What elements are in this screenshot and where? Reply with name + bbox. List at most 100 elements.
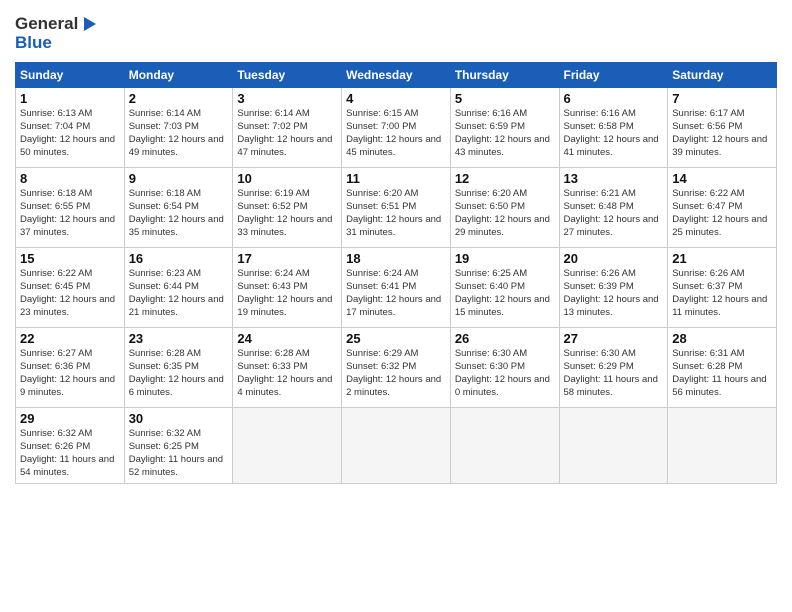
day-number: 16	[129, 251, 229, 266]
day-info: Sunrise: 6:28 AMSunset: 6:35 PMDaylight:…	[129, 348, 229, 399]
calendar-week-row: 29Sunrise: 6:32 AMSunset: 6:26 PMDayligh…	[16, 408, 777, 483]
day-number: 18	[346, 251, 446, 266]
day-info: Sunrise: 6:24 AMSunset: 6:43 PMDaylight:…	[237, 268, 337, 319]
weekday-header-friday: Friday	[559, 63, 668, 88]
day-number: 13	[564, 171, 664, 186]
day-info: Sunrise: 6:20 AMSunset: 6:50 PMDaylight:…	[455, 188, 555, 239]
day-number: 3	[237, 91, 337, 106]
calendar-day-cell: 15 Sunrise: 6:22 AMSunset: 6:45 PMDayligh…	[16, 248, 125, 328]
day-info: Sunrise: 6:14 AMSunset: 7:02 PMDaylight:…	[237, 108, 337, 159]
day-number: 28	[672, 331, 772, 346]
calendar-day-cell: 19 Sunrise: 6:25 AMSunset: 6:40 PMDayligh…	[450, 248, 559, 328]
day-number: 12	[455, 171, 555, 186]
calendar-day-cell: 23Sunrise: 6:28 AMSunset: 6:35 PMDayligh…	[124, 328, 233, 408]
calendar-table: SundayMondayTuesdayWednesdayThursdayFrid…	[15, 62, 777, 483]
calendar-day-cell: 5 Sunrise: 6:16 AMSunset: 6:59 PMDaylight…	[450, 88, 559, 168]
logo-text: General Blue	[15, 15, 98, 52]
day-number: 11	[346, 171, 446, 186]
day-info: Sunrise: 6:25 AMSunset: 6:40 PMDaylight:…	[455, 268, 555, 319]
calendar-week-row: 15 Sunrise: 6:22 AMSunset: 6:45 PMDayligh…	[16, 248, 777, 328]
day-number: 19	[455, 251, 555, 266]
day-number: 9	[129, 171, 229, 186]
calendar-day-cell: 1 Sunrise: 6:13 AMSunset: 7:04 PMDaylight…	[16, 88, 125, 168]
calendar-day-cell: 9 Sunrise: 6:18 AMSunset: 6:54 PMDaylight…	[124, 168, 233, 248]
day-number: 14	[672, 171, 772, 186]
calendar-header-row: SundayMondayTuesdayWednesdayThursdayFrid…	[16, 63, 777, 88]
calendar-day-cell: 28 Sunrise: 6:31 AMSunset: 6:28 PMDayligh…	[668, 328, 777, 408]
day-info: Sunrise: 6:19 AMSunset: 6:52 PMDaylight:…	[237, 188, 337, 239]
day-info: Sunrise: 6:24 AMSunset: 6:41 PMDaylight:…	[346, 268, 446, 319]
day-number: 5	[455, 91, 555, 106]
page-container: General Blue SundayMondayTuesdayWednesda…	[0, 0, 792, 494]
calendar-day-cell	[342, 408, 451, 483]
day-info: Sunrise: 6:26 AMSunset: 6:39 PMDaylight:…	[564, 268, 664, 319]
day-number: 30	[129, 411, 229, 426]
calendar-day-cell: 4 Sunrise: 6:15 AMSunset: 7:00 PMDaylight…	[342, 88, 451, 168]
calendar-day-cell	[559, 408, 668, 483]
day-info: Sunrise: 6:18 AMSunset: 6:54 PMDaylight:…	[129, 188, 229, 239]
weekday-header-sunday: Sunday	[16, 63, 125, 88]
calendar-day-cell: 13 Sunrise: 6:21 AMSunset: 6:48 PMDayligh…	[559, 168, 668, 248]
day-number: 7	[672, 91, 772, 106]
day-info: Sunrise: 6:13 AMSunset: 7:04 PMDaylight:…	[20, 108, 120, 159]
calendar-day-cell	[233, 408, 342, 483]
calendar-day-cell: 26 Sunrise: 6:30 AMSunset: 6:30 PMDayligh…	[450, 328, 559, 408]
calendar-week-row: 22Sunrise: 6:27 AMSunset: 6:36 PMDayligh…	[16, 328, 777, 408]
day-info: Sunrise: 6:30 AMSunset: 6:30 PMDaylight:…	[455, 348, 555, 399]
calendar-day-cell: 3 Sunrise: 6:14 AMSunset: 7:02 PMDaylight…	[233, 88, 342, 168]
day-info: Sunrise: 6:21 AMSunset: 6:48 PMDaylight:…	[564, 188, 664, 239]
day-number: 2	[129, 91, 229, 106]
day-info: Sunrise: 6:32 AMSunset: 6:25 PMDaylight:…	[129, 428, 229, 479]
header: General Blue	[15, 15, 777, 52]
day-info: Sunrise: 6:26 AMSunset: 6:37 PMDaylight:…	[672, 268, 772, 319]
day-number: 10	[237, 171, 337, 186]
calendar-week-row: 1 Sunrise: 6:13 AMSunset: 7:04 PMDaylight…	[16, 88, 777, 168]
day-info: Sunrise: 6:31 AMSunset: 6:28 PMDaylight:…	[672, 348, 772, 399]
calendar-day-cell: 20 Sunrise: 6:26 AMSunset: 6:39 PMDayligh…	[559, 248, 668, 328]
calendar-day-cell: 11 Sunrise: 6:20 AMSunset: 6:51 PMDayligh…	[342, 168, 451, 248]
calendar-day-cell: 30 Sunrise: 6:32 AMSunset: 6:25 PMDayligh…	[124, 408, 233, 483]
weekday-header-monday: Monday	[124, 63, 233, 88]
day-info: Sunrise: 6:22 AMSunset: 6:45 PMDaylight:…	[20, 268, 120, 319]
calendar-day-cell: 12 Sunrise: 6:20 AMSunset: 6:50 PMDayligh…	[450, 168, 559, 248]
day-number: 20	[564, 251, 664, 266]
day-info: Sunrise: 6:20 AMSunset: 6:51 PMDaylight:…	[346, 188, 446, 239]
day-info: Sunrise: 6:17 AMSunset: 6:56 PMDaylight:…	[672, 108, 772, 159]
day-number: 1	[20, 91, 120, 106]
day-info: Sunrise: 6:18 AMSunset: 6:55 PMDaylight:…	[20, 188, 120, 239]
calendar-day-cell: 7 Sunrise: 6:17 AMSunset: 6:56 PMDaylight…	[668, 88, 777, 168]
calendar-day-cell: 29Sunrise: 6:32 AMSunset: 6:26 PMDayligh…	[16, 408, 125, 483]
logo-arrow-icon	[80, 15, 98, 33]
calendar-day-cell: 16 Sunrise: 6:23 AMSunset: 6:44 PMDayligh…	[124, 248, 233, 328]
day-number: 8	[20, 171, 120, 186]
day-number: 24	[237, 331, 337, 346]
weekday-header-wednesday: Wednesday	[342, 63, 451, 88]
calendar-day-cell: 22Sunrise: 6:27 AMSunset: 6:36 PMDayligh…	[16, 328, 125, 408]
calendar-day-cell: 6Sunrise: 6:16 AMSunset: 6:58 PMDaylight…	[559, 88, 668, 168]
day-number: 15	[20, 251, 120, 266]
day-info: Sunrise: 6:14 AMSunset: 7:03 PMDaylight:…	[129, 108, 229, 159]
day-number: 17	[237, 251, 337, 266]
weekday-header-thursday: Thursday	[450, 63, 559, 88]
day-info: Sunrise: 6:15 AMSunset: 7:00 PMDaylight:…	[346, 108, 446, 159]
day-number: 21	[672, 251, 772, 266]
day-number: 4	[346, 91, 446, 106]
calendar-day-cell: 21 Sunrise: 6:26 AMSunset: 6:37 PMDayligh…	[668, 248, 777, 328]
logo: General Blue	[15, 15, 98, 52]
day-info: Sunrise: 6:16 AMSunset: 6:59 PMDaylight:…	[455, 108, 555, 159]
calendar-day-cell: 2 Sunrise: 6:14 AMSunset: 7:03 PMDaylight…	[124, 88, 233, 168]
day-number: 27	[564, 331, 664, 346]
day-info: Sunrise: 6:22 AMSunset: 6:47 PMDaylight:…	[672, 188, 772, 239]
calendar-day-cell: 18 Sunrise: 6:24 AMSunset: 6:41 PMDayligh…	[342, 248, 451, 328]
calendar-day-cell: 17 Sunrise: 6:24 AMSunset: 6:43 PMDayligh…	[233, 248, 342, 328]
calendar-day-cell: 10 Sunrise: 6:19 AMSunset: 6:52 PMDayligh…	[233, 168, 342, 248]
weekday-header-tuesday: Tuesday	[233, 63, 342, 88]
day-info: Sunrise: 6:16 AMSunset: 6:58 PMDaylight:…	[564, 108, 664, 159]
day-info: Sunrise: 6:23 AMSunset: 6:44 PMDaylight:…	[129, 268, 229, 319]
day-number: 26	[455, 331, 555, 346]
weekday-header-saturday: Saturday	[668, 63, 777, 88]
calendar-day-cell: 24 Sunrise: 6:28 AMSunset: 6:33 PMDayligh…	[233, 328, 342, 408]
day-info: Sunrise: 6:28 AMSunset: 6:33 PMDaylight:…	[237, 348, 337, 399]
day-info: Sunrise: 6:30 AMSunset: 6:29 PMDaylight:…	[564, 348, 664, 399]
calendar-day-cell	[450, 408, 559, 483]
